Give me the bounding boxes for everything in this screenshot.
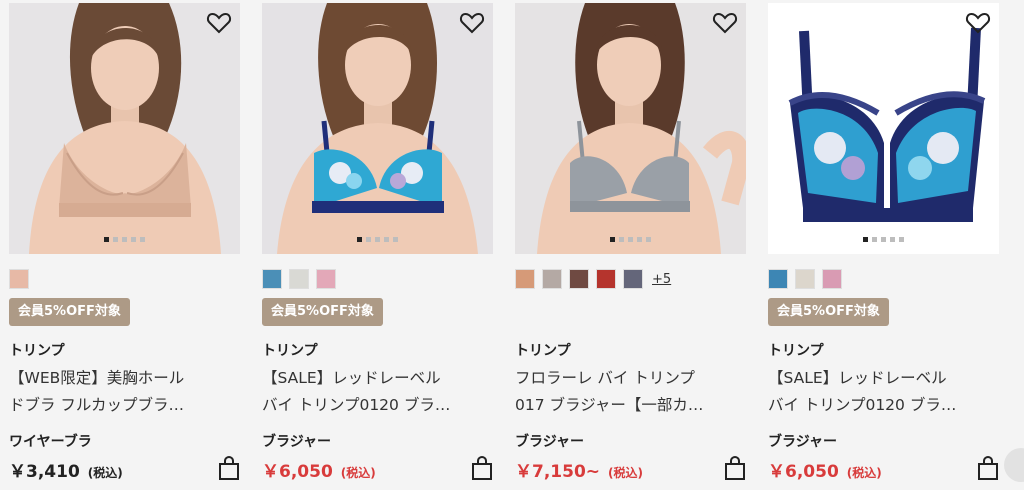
color-swatch[interactable] — [596, 269, 616, 289]
brand-name: トリンプ — [768, 343, 824, 359]
carousel-dot[interactable] — [610, 237, 615, 242]
shopping-bag-icon[interactable] — [218, 455, 240, 480]
model-photo — [277, 3, 478, 254]
price: ￥3,410 — [9, 462, 80, 482]
model-photo — [537, 3, 746, 254]
carousel-dot[interactable] — [863, 237, 868, 242]
product-category: ブラジャー — [262, 434, 332, 450]
carousel-dot[interactable] — [899, 237, 904, 242]
carousel-dot[interactable] — [628, 237, 633, 242]
brand-name: トリンプ — [9, 343, 65, 359]
carousel-dot[interactable] — [646, 237, 651, 242]
sale-price: ￥6,050 — [262, 462, 333, 482]
carousel-dot[interactable] — [113, 237, 118, 242]
color-swatch[interactable] — [316, 269, 336, 289]
carousel-dot[interactable] — [122, 237, 127, 242]
product-category: ブラジャー — [515, 434, 585, 450]
product-category: ワイヤーブラ — [9, 434, 92, 450]
product-name[interactable]: 【SALE】レッドレーベル バイ トリンプ0120 ブラ… — [262, 365, 484, 419]
tax-label: (税込) — [87, 466, 123, 480]
carousel-dot[interactable] — [131, 237, 136, 242]
price-row: ￥7,150~ (税込) — [515, 457, 643, 482]
product-category: ブラジャー — [768, 434, 838, 450]
sale-price: ￥6,050 — [768, 462, 839, 482]
product-name[interactable]: 【SALE】レッドレーベル バイ トリンプ0120 ブラ… — [768, 365, 990, 419]
product-card[interactable]: 会員5%OFF対象 トリンプ 【WEB限定】美胸ホール ドブラ フルカップブラ…… — [0, 0, 245, 490]
member-discount-badge: 会員5%OFF対象 — [9, 298, 130, 326]
color-swatch[interactable] — [262, 269, 282, 289]
shopping-bag-icon[interactable] — [724, 455, 746, 480]
color-swatches — [9, 269, 29, 289]
carousel-dot[interactable] — [384, 237, 389, 242]
product-image[interactable] — [515, 3, 746, 254]
carousel-dot[interactable] — [357, 237, 362, 242]
image-carousel-dots[interactable] — [768, 237, 999, 242]
more-colors-link[interactable]: +5 — [652, 272, 671, 287]
carousel-dot[interactable] — [375, 237, 380, 242]
color-swatches — [262, 269, 336, 289]
brand-name: トリンプ — [262, 343, 318, 359]
price-row: ￥3,410 (税込) — [9, 457, 123, 482]
price-row: ￥6,050 (税込) — [262, 457, 376, 482]
color-swatches: +5 — [515, 269, 671, 289]
image-carousel-dots[interactable] — [262, 237, 493, 242]
image-carousel-dots[interactable] — [9, 237, 240, 242]
product-name[interactable]: フロラーレ バイ トリンプ 017 ブラジャー【一部カ… — [515, 365, 737, 419]
favorite-heart-icon[interactable] — [712, 11, 738, 35]
sale-price: ￥7,150~ — [515, 462, 601, 482]
product-image[interactable] — [768, 3, 999, 254]
carousel-dot[interactable] — [881, 237, 886, 242]
shopping-bag-icon[interactable] — [977, 455, 999, 480]
member-discount-badge: 会員5%OFF対象 — [262, 298, 383, 326]
carousel-dot[interactable] — [393, 237, 398, 242]
tax-label: (税込) — [340, 466, 376, 480]
favorite-heart-icon[interactable] — [965, 11, 991, 35]
model-photo — [29, 3, 221, 254]
product-name-line2: 017 ブラジャー【一部カ… — [515, 396, 704, 414]
product-name-line1: 【SALE】レッドレーベル — [768, 369, 947, 387]
image-carousel-dots[interactable] — [515, 237, 746, 242]
carousel-dot[interactable] — [637, 237, 642, 242]
product-card[interactable]: 会員5%OFF対象 トリンプ 【SALE】レッドレーベル バイ トリンプ0120… — [759, 0, 1004, 490]
color-swatch[interactable] — [289, 269, 309, 289]
color-swatch[interactable] — [822, 269, 842, 289]
favorite-heart-icon[interactable] — [206, 11, 232, 35]
product-name-line1: 【WEB限定】美胸ホール — [9, 369, 185, 387]
carousel-dot[interactable] — [366, 237, 371, 242]
color-swatch[interactable] — [515, 269, 535, 289]
carousel-dot[interactable] — [619, 237, 624, 242]
color-swatch[interactable] — [542, 269, 562, 289]
color-swatch[interactable] — [9, 269, 29, 289]
product-photo — [788, 27, 986, 222]
color-swatch[interactable] — [569, 269, 589, 289]
carousel-dot[interactable] — [872, 237, 877, 242]
member-discount-badge: 会員5%OFF対象 — [768, 298, 889, 326]
shopping-bag-icon[interactable] — [471, 455, 493, 480]
product-card[interactable]: +5 トリンプ フロラーレ バイ トリンプ 017 ブラジャー【一部カ… ブラジ… — [506, 0, 751, 490]
color-swatch[interactable] — [795, 269, 815, 289]
price-row: ￥6,050 (税込) — [768, 457, 882, 482]
product-grid: 会員5%OFF対象 トリンプ 【WEB限定】美胸ホール ドブラ フルカップブラ…… — [0, 0, 1024, 490]
color-swatch[interactable] — [768, 269, 788, 289]
favorite-heart-icon[interactable] — [459, 11, 485, 35]
product-image[interactable] — [262, 3, 493, 254]
carousel-dot[interactable] — [104, 237, 109, 242]
color-swatches — [768, 269, 842, 289]
color-swatch[interactable] — [623, 269, 643, 289]
product-image[interactable] — [9, 3, 240, 254]
brand-name: トリンプ — [515, 343, 571, 359]
product-card[interactable]: 会員5%OFF対象 トリンプ 【SALE】レッドレーベル バイ トリンプ0120… — [253, 0, 498, 490]
carousel-dot[interactable] — [890, 237, 895, 242]
product-name[interactable]: 【WEB限定】美胸ホール ドブラ フルカップブラ… — [9, 365, 231, 419]
product-name-line1: 【SALE】レッドレーベル — [262, 369, 441, 387]
product-name-line2: バイ トリンプ0120 ブラ… — [262, 396, 451, 414]
tax-label: (税込) — [608, 466, 644, 480]
carousel-dot[interactable] — [140, 237, 145, 242]
tax-label: (税込) — [846, 466, 882, 480]
product-name-line2: ドブラ フルカップブラ… — [9, 396, 184, 414]
product-name-line1: フロラーレ バイ トリンプ — [515, 369, 695, 387]
product-name-line2: バイ トリンプ0120 ブラ… — [768, 396, 957, 414]
